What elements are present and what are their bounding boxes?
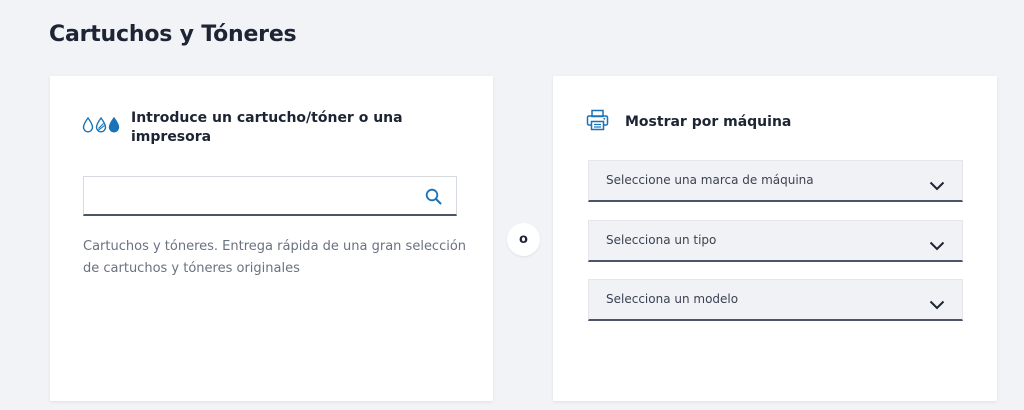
- machine-card-header: Mostrar por máquina: [586, 109, 791, 135]
- chevron-down-icon: [929, 176, 945, 195]
- search-card-title: Introduce un cartucho/tóner o una impres…: [131, 110, 403, 145]
- chevron-down-icon: [929, 295, 945, 314]
- model-select[interactable]: Selecciona un modelo: [588, 279, 963, 321]
- type-select[interactable]: Selecciona un tipo: [588, 220, 963, 262]
- type-select-label: Selecciona un tipo: [606, 233, 717, 247]
- printer-icon: [586, 109, 609, 135]
- chevron-down-icon: [929, 236, 945, 255]
- or-divider: o: [507, 223, 540, 256]
- page-title: Cartuchos y Tóneres: [49, 22, 297, 47]
- search-input[interactable]: [84, 177, 438, 215]
- brand-select-label: Seleccione una marca de máquina: [606, 173, 814, 187]
- search-card-header: Introduce un cartucho/tóner o una impres…: [82, 109, 462, 147]
- brand-select[interactable]: Seleccione una marca de máquina: [588, 160, 963, 202]
- search-card-description: Cartuchos y tóneres. Entrega rápida de u…: [83, 239, 467, 276]
- ink-drops-icon: [82, 117, 121, 133]
- machine-filter-card: Mostrar por máquina Seleccione una marca…: [553, 76, 997, 401]
- model-select-label: Selecciona un modelo: [606, 292, 739, 306]
- search-field[interactable]: [83, 176, 457, 216]
- cartridge-search-card: Introduce un cartucho/tóner o una impres…: [50, 76, 493, 401]
- search-icon[interactable]: [425, 188, 442, 209]
- machine-card-title: Mostrar por máquina: [625, 114, 792, 130]
